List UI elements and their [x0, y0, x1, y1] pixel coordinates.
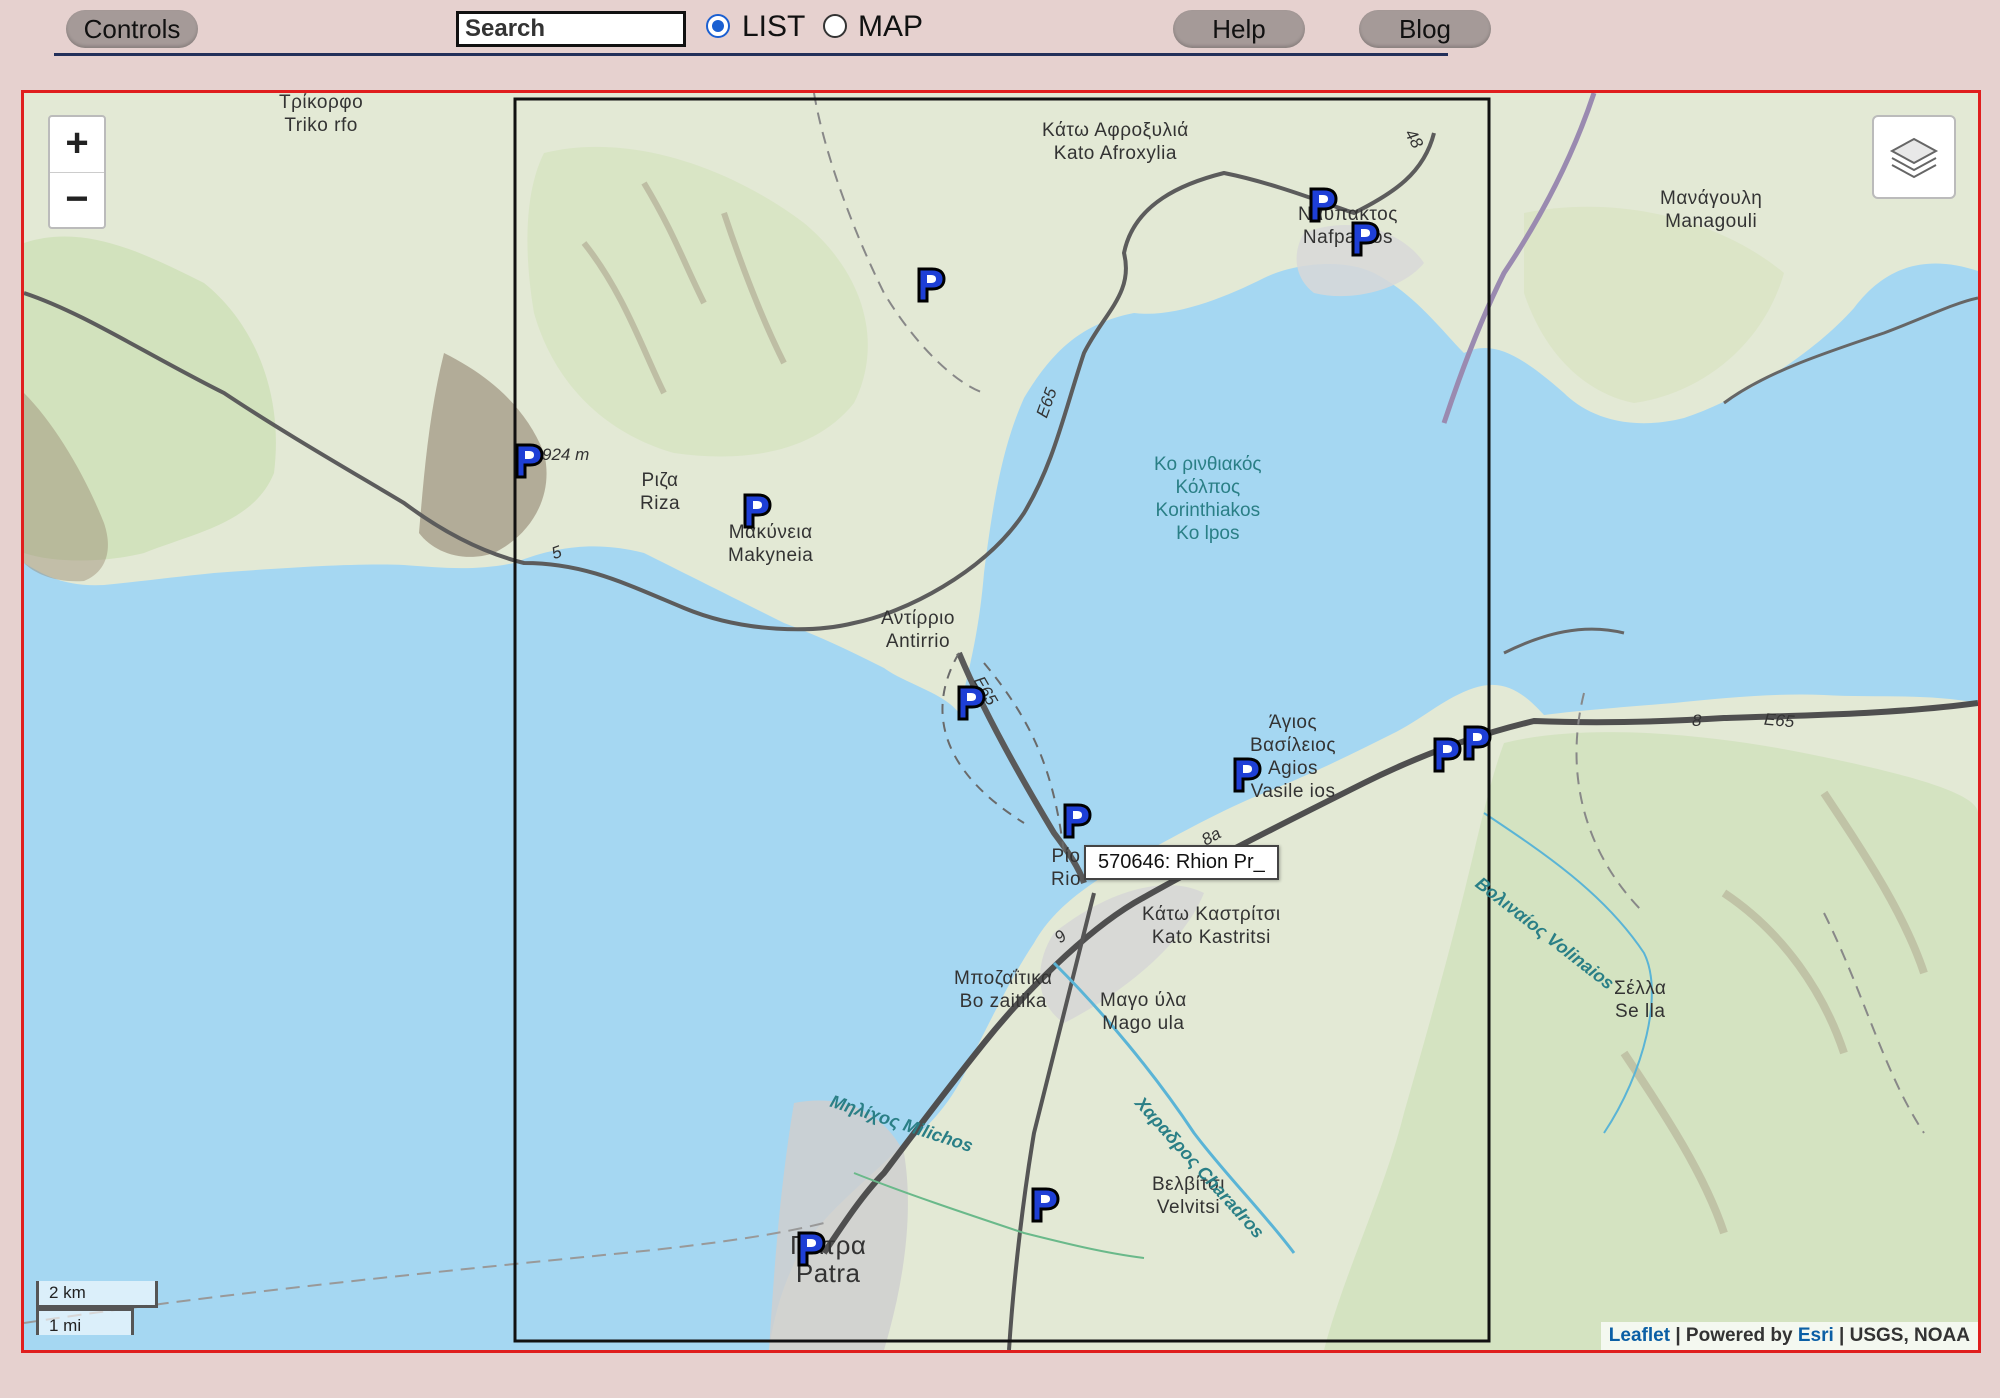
parking-marker[interactable] — [1308, 187, 1338, 223]
urban-patra — [769, 1100, 908, 1350]
parking-marker[interactable] — [796, 1231, 826, 1267]
leaflet-link[interactable]: Leaflet — [1609, 1325, 1670, 1346]
scale-bar-mi: 1 mi — [36, 1308, 134, 1335]
parking-marker[interactable] — [916, 267, 946, 303]
parking-marker[interactable] — [742, 493, 772, 529]
map-radio[interactable] — [823, 14, 847, 38]
list-radio-label[interactable]: LIST — [742, 10, 805, 44]
map-radio-label[interactable]: MAP — [858, 10, 923, 44]
controls-button[interactable]: Controls — [66, 10, 198, 48]
elevation-label: 924 m — [542, 445, 590, 464]
list-radio[interactable] — [706, 14, 730, 38]
place-trikorfo: Τρίκορφο Triko rfo — [279, 92, 364, 136]
map-view[interactable]: + − Τρίκορφο Triko rfo Κάτω Αφροξυλιά Kato… — [21, 90, 1981, 1353]
parking-marker[interactable] — [956, 685, 986, 721]
place-magoula: Μαγο ύλα Mago ula — [1100, 990, 1187, 1034]
zoom-control: + − — [48, 115, 106, 229]
place-antirrio: Αντίρριο Antirrio — [881, 608, 955, 652]
top-toolbar: Controls LIST MAP Help Blog — [0, 0, 2000, 80]
boundary — [24, 1222, 825, 1324]
esri-link[interactable]: Esri — [1798, 1325, 1834, 1346]
search-input[interactable] — [456, 11, 686, 47]
parking-marker[interactable] — [514, 443, 544, 479]
road-label-e65: E65 — [1763, 709, 1796, 732]
road-label-8: 8 — [1692, 711, 1702, 730]
land-north — [24, 93, 1978, 713]
help-button[interactable]: Help — [1173, 10, 1305, 48]
place-bozaitika: Μποζαΐτικα Bo zaitika — [954, 968, 1053, 1012]
marker-tooltip: 570646: Rhion Pr_ — [1084, 845, 1279, 880]
layers-icon — [1889, 137, 1939, 179]
layers-button[interactable] — [1872, 115, 1956, 199]
scale-bar-km: 2 km — [36, 1281, 158, 1308]
attribution-text: | USGS, NOAA — [1833, 1325, 1970, 1346]
parking-marker[interactable] — [1350, 221, 1380, 257]
map-tiles — [24, 93, 1978, 1350]
place-agios-vasileios: Άγιος Βασίλειος Agios Vasile ios — [1250, 712, 1337, 802]
place-gulf: Κο ρινθιακός Κόλπος Korinthiakos Ko lpos — [1154, 454, 1262, 544]
parking-marker[interactable] — [1232, 757, 1262, 793]
parking-marker-selected[interactable] — [1062, 803, 1092, 839]
place-kastritsi: Κάτω Καστρίτσι Kato Kastritsi — [1142, 904, 1281, 948]
blog-button[interactable]: Blog — [1359, 10, 1491, 48]
place-rio: Ρίο Rio — [1051, 846, 1082, 890]
place-riza: Ριζα Riza — [640, 470, 681, 514]
attribution-text: | Powered by — [1670, 1325, 1798, 1346]
place-sella: Σέλλα Se lla — [1614, 978, 1667, 1022]
place-afroxylia: Κάτω Αφροξυλιά Kato Afroxylia — [1042, 120, 1189, 164]
parking-marker[interactable] — [1432, 737, 1462, 773]
map-attribution: Leaflet | Powered by Esri | USGS, NOAA — [1600, 1322, 1978, 1350]
parking-marker[interactable] — [1030, 1187, 1060, 1223]
zoom-in-button[interactable]: + — [50, 117, 104, 173]
parking-marker[interactable] — [1462, 725, 1492, 761]
toolbar-underline — [54, 53, 1448, 56]
zoom-out-button[interactable]: − — [50, 173, 104, 228]
place-managouli: Μανάγουλη Managouli — [1660, 188, 1763, 232]
